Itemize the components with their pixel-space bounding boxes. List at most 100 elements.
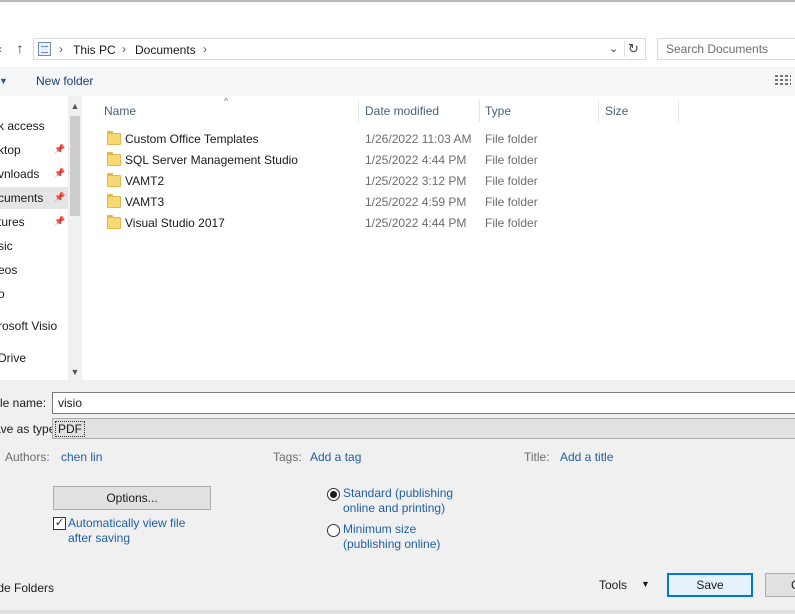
address-bar[interactable]: › This PC › Documents › ⌄ ↻ <box>33 38 646 60</box>
column-divider[interactable] <box>598 100 599 122</box>
tools-dropdown-icon[interactable]: ▼ <box>641 579 650 589</box>
file-row[interactable]: VAMT2 1/25/2022 3:12 PM File folder <box>84 171 795 192</box>
save-as-type-label: Save as type: <box>0 422 59 436</box>
file-name: Custom Office Templates <box>125 132 259 146</box>
column-divider[interactable] <box>678 100 679 122</box>
authors-label: Authors: <box>5 450 50 464</box>
tags-label: Tags: <box>273 450 302 464</box>
title-bar-edge <box>0 0 795 2</box>
file-row[interactable]: Custom Office Templates 1/26/2022 11:03 … <box>84 129 795 150</box>
pin-icon: 📌 <box>54 168 66 178</box>
nav-item-pictures[interactable]: tures 📌 <box>0 211 68 233</box>
nav-item-documents[interactable]: cuments 📌 <box>0 187 68 209</box>
folder-icon <box>107 152 121 166</box>
nav-item-music[interactable]: sic <box>0 235 68 257</box>
column-header-type[interactable]: Type <box>485 104 511 124</box>
file-type: File folder <box>485 153 538 167</box>
refresh-icon[interactable]: ↻ <box>628 41 639 57</box>
options-button[interactable]: Options... <box>53 486 211 510</box>
save-as-type-select[interactable]: PDF <box>52 418 795 439</box>
folder-icon <box>107 215 121 229</box>
file-name-field[interactable] <box>52 392 795 414</box>
pin-icon: 📌 <box>54 192 66 202</box>
auto-view-label[interactable]: Automatically view file after saving <box>68 516 198 546</box>
breadcrumb-this-pc[interactable]: This PC <box>73 43 116 57</box>
command-toolbar: ▼ New folder <box>0 67 795 96</box>
nav-scrollbar[interactable]: ▲ ▼ <box>68 96 82 380</box>
scroll-thumb[interactable] <box>70 116 80 216</box>
tools-button[interactable]: Tools <box>599 578 627 592</box>
nav-item-label: rosoft Visio <box>0 319 58 333</box>
cancel-button[interactable]: Cancel <box>765 573 795 597</box>
column-header-size[interactable]: Size <box>605 104 628 124</box>
scroll-up-icon[interactable]: ▲ <box>68 98 82 114</box>
column-divider[interactable] <box>358 100 359 122</box>
up-arrow-icon[interactable]: ↑ <box>12 40 28 56</box>
nav-item-label: sic <box>0 239 13 253</box>
nav-item-desktop[interactable]: ktop 📌 <box>0 139 68 161</box>
file-name: VAMT3 <box>125 195 165 209</box>
nav-item-microsoft-visio[interactable]: rosoft Visio <box>0 315 68 337</box>
nav-item-label: ktop <box>0 143 21 157</box>
nav-item-other[interactable]: o <box>0 283 68 305</box>
nav-item-downloads[interactable]: vnloads 📌 <box>0 163 68 185</box>
breadcrumb-separator-icon[interactable]: › <box>59 42 63 56</box>
file-name: SQL Server Management Studio <box>125 153 298 167</box>
dialog-bottom-border <box>0 610 795 614</box>
scroll-down-icon[interactable]: ▼ <box>68 364 82 380</box>
address-dropdown-chevron-icon[interactable]: ⌄ <box>609 42 618 55</box>
tags-value[interactable]: Add a tag <box>310 450 361 464</box>
change-view-icon[interactable] <box>775 75 791 87</box>
file-name: Visual Studio 2017 <box>125 216 225 230</box>
search-box[interactable] <box>657 38 795 60</box>
column-header-date-modified[interactable]: Date modified <box>365 104 439 124</box>
nav-item-label: eos <box>0 263 18 277</box>
folder-icon <box>107 131 121 145</box>
folder-icon <box>107 194 121 208</box>
file-name-input[interactable] <box>53 393 795 413</box>
hide-folders-button[interactable]: Hide Folders <box>0 581 54 595</box>
search-input[interactable] <box>658 39 795 59</box>
folder-icon <box>107 173 121 187</box>
file-row[interactable]: Visual Studio 2017 1/25/2022 4:44 PM Fil… <box>84 213 795 234</box>
breadcrumb-separator-icon[interactable]: › <box>122 42 126 56</box>
auto-view-checkbox[interactable]: ✓ <box>53 517 66 530</box>
minimum-size-radio[interactable] <box>327 524 340 537</box>
breadcrumb-documents[interactable]: Documents <box>135 43 196 57</box>
nav-item-onedrive[interactable]: Drive <box>0 347 68 369</box>
file-row[interactable]: SQL Server Management Studio 1/25/2022 4… <box>84 150 795 171</box>
file-date: 1/25/2022 4:44 PM <box>365 216 467 230</box>
address-row: ‹ ↑ › This PC › Documents › ⌄ ↻ <box>0 34 795 64</box>
organize-dropdown-icon[interactable]: ▼ <box>0 76 8 86</box>
nav-item-videos[interactable]: eos <box>0 259 68 281</box>
file-date: 1/26/2022 11:03 AM <box>365 132 472 146</box>
file-type: File folder <box>485 132 538 146</box>
nav-item-label: Drive <box>0 351 27 365</box>
minimum-size-radio-label[interactable]: Minimum size (publishing online) <box>343 522 473 552</box>
breadcrumb-separator-icon[interactable]: › <box>203 42 207 56</box>
nav-item-label: vnloads <box>0 167 40 181</box>
recent-locations-chevron-icon[interactable]: ‹ <box>0 42 2 56</box>
authors-value[interactable]: chen lin <box>61 450 102 464</box>
this-pc-icon <box>38 42 51 56</box>
pin-icon: 📌 <box>54 216 66 226</box>
file-date: 1/25/2022 4:59 PM <box>365 195 467 209</box>
save-button[interactable]: Save <box>667 573 753 597</box>
new-folder-button[interactable]: New folder <box>36 74 93 88</box>
column-divider[interactable] <box>479 100 480 122</box>
standard-radio[interactable] <box>327 488 340 501</box>
nav-item-label: cuments <box>0 191 44 205</box>
save-options-pane: File name: Save as type: PDF Authors: ch… <box>0 380 795 614</box>
nav-item-label: tures <box>0 215 25 229</box>
file-name-label: File name: <box>0 396 47 410</box>
save-as-type-value: PDF <box>55 421 85 437</box>
column-header-name[interactable]: Name <box>104 104 136 124</box>
file-date: 1/25/2022 4:44 PM <box>365 153 467 167</box>
standard-radio-label[interactable]: Standard (publishing online and printing… <box>343 486 473 516</box>
file-row[interactable]: VAMT3 1/25/2022 4:59 PM File folder <box>84 192 795 213</box>
title-value[interactable]: Add a title <box>560 450 613 464</box>
file-type: File folder <box>485 174 538 188</box>
file-list: ^ Name Date modified Type Size Custom Of… <box>84 96 795 380</box>
nav-item-label: o <box>0 287 5 301</box>
nav-item-quick-access[interactable]: k access <box>0 115 68 137</box>
